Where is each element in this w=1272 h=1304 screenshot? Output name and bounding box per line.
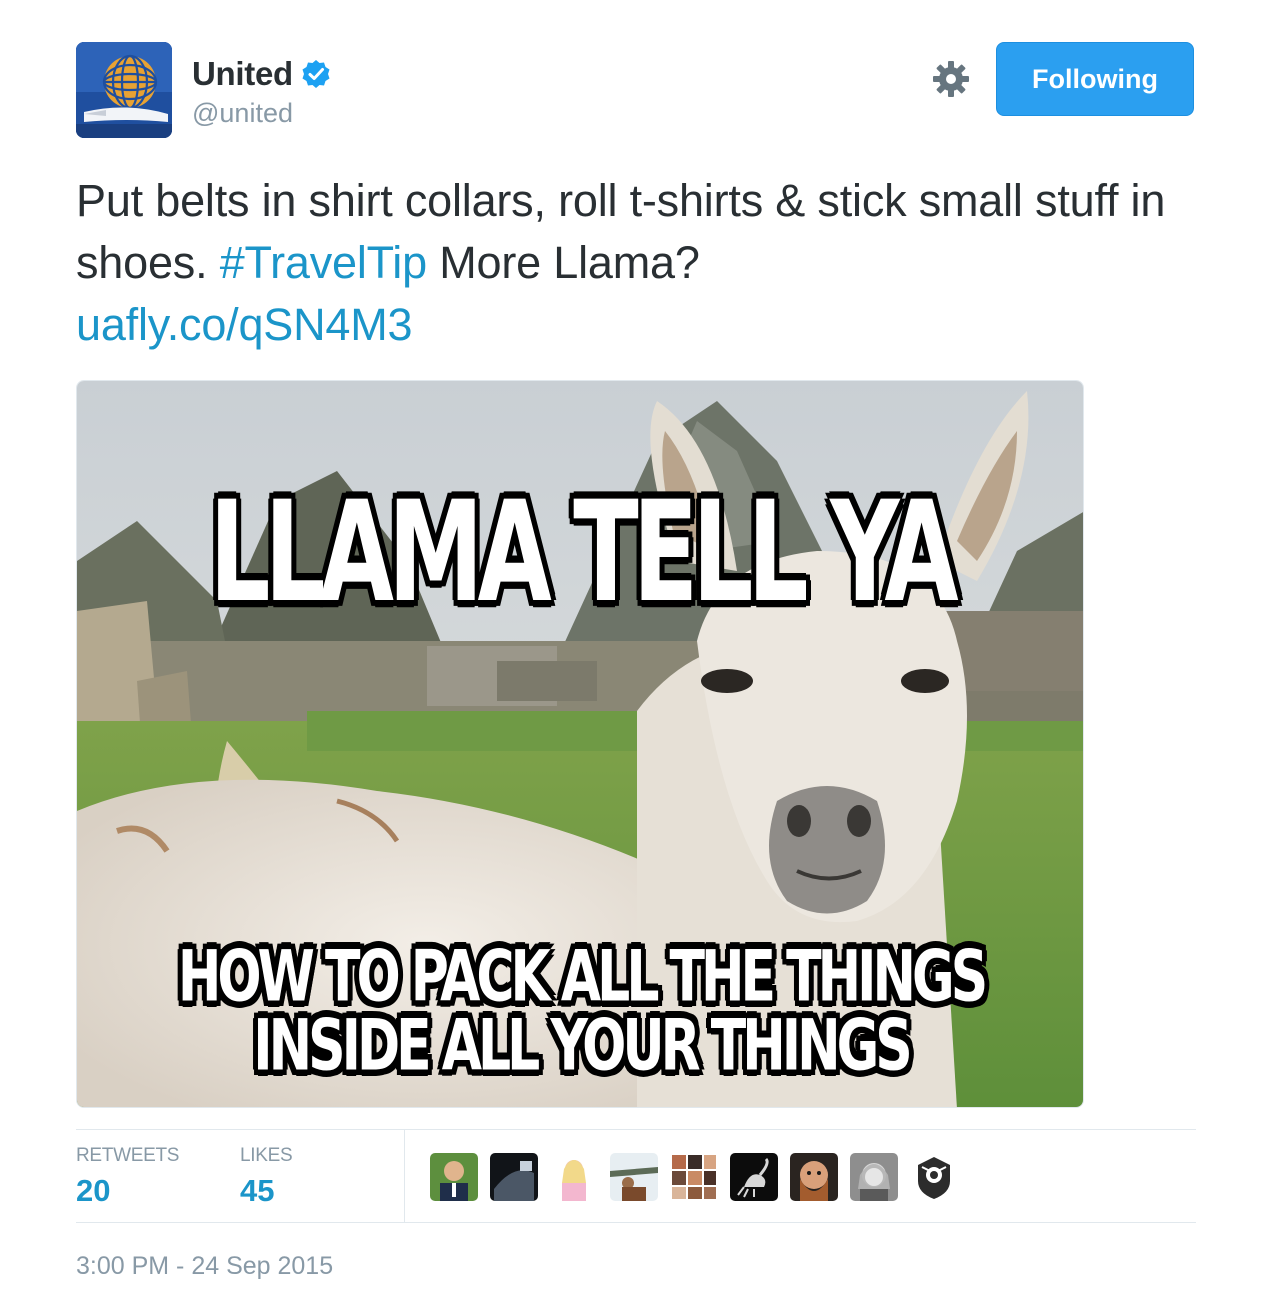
url-link[interactable]: uafly.co/qSN4M3 [76, 299, 413, 350]
likes-stat[interactable]: LIKES 45 [240, 1145, 293, 1209]
account-name[interactable]: United [192, 55, 293, 93]
tweet-card: United @united Following Put belts in sh… [0, 0, 1272, 1304]
liker-avatar-4[interactable] [610, 1153, 658, 1201]
account-handle[interactable]: @united [192, 98, 293, 129]
tweet-timestamp[interactable]: 3:00 PM - 24 Sep 2015 [76, 1252, 333, 1281]
tweet-text-part2: More Llama? [439, 237, 700, 288]
liker-avatar-9[interactable] [910, 1153, 958, 1201]
account-name-row[interactable]: United [192, 54, 331, 94]
stats-bottom-divider [76, 1222, 1196, 1223]
liker-avatar-6[interactable] [730, 1153, 778, 1201]
retweets-stat[interactable]: RETWEETS 20 [76, 1145, 179, 1209]
liker-avatar-5[interactable] [670, 1153, 718, 1201]
liker-avatar-1[interactable] [430, 1153, 478, 1201]
retweets-label: RETWEETS [76, 1145, 180, 1166]
account-avatar[interactable] [76, 42, 172, 138]
liker-avatar-8[interactable] [850, 1153, 898, 1201]
tweet-media-image[interactable]: LLAMA TELL YA HOW TO PACK ALL THE THINGS… [76, 380, 1084, 1108]
likes-count[interactable]: 45 [240, 1173, 292, 1209]
likes-label: LIKES [240, 1145, 293, 1166]
liker-avatar-2[interactable] [490, 1153, 538, 1201]
following-button[interactable]: Following [996, 42, 1194, 116]
liker-avatar-3[interactable] [550, 1153, 598, 1201]
liker-avatar-7[interactable] [790, 1153, 838, 1201]
tweet-text: Put belts in shirt collars, roll t-shirt… [76, 170, 1216, 356]
likers-avatars [430, 1153, 958, 1201]
meme-top-text: LLAMA TELL YA [209, 471, 958, 634]
gear-icon[interactable] [930, 58, 972, 100]
verified-badge-icon [301, 59, 331, 89]
stats-top-divider [76, 1129, 1196, 1130]
meme-bottom-line2: INSIDE ALL YOUR THINGS [253, 1006, 912, 1087]
stats-vertical-divider [404, 1130, 405, 1222]
retweets-count[interactable]: 20 [76, 1173, 179, 1209]
hashtag-link[interactable]: #TravelTip [220, 237, 427, 288]
